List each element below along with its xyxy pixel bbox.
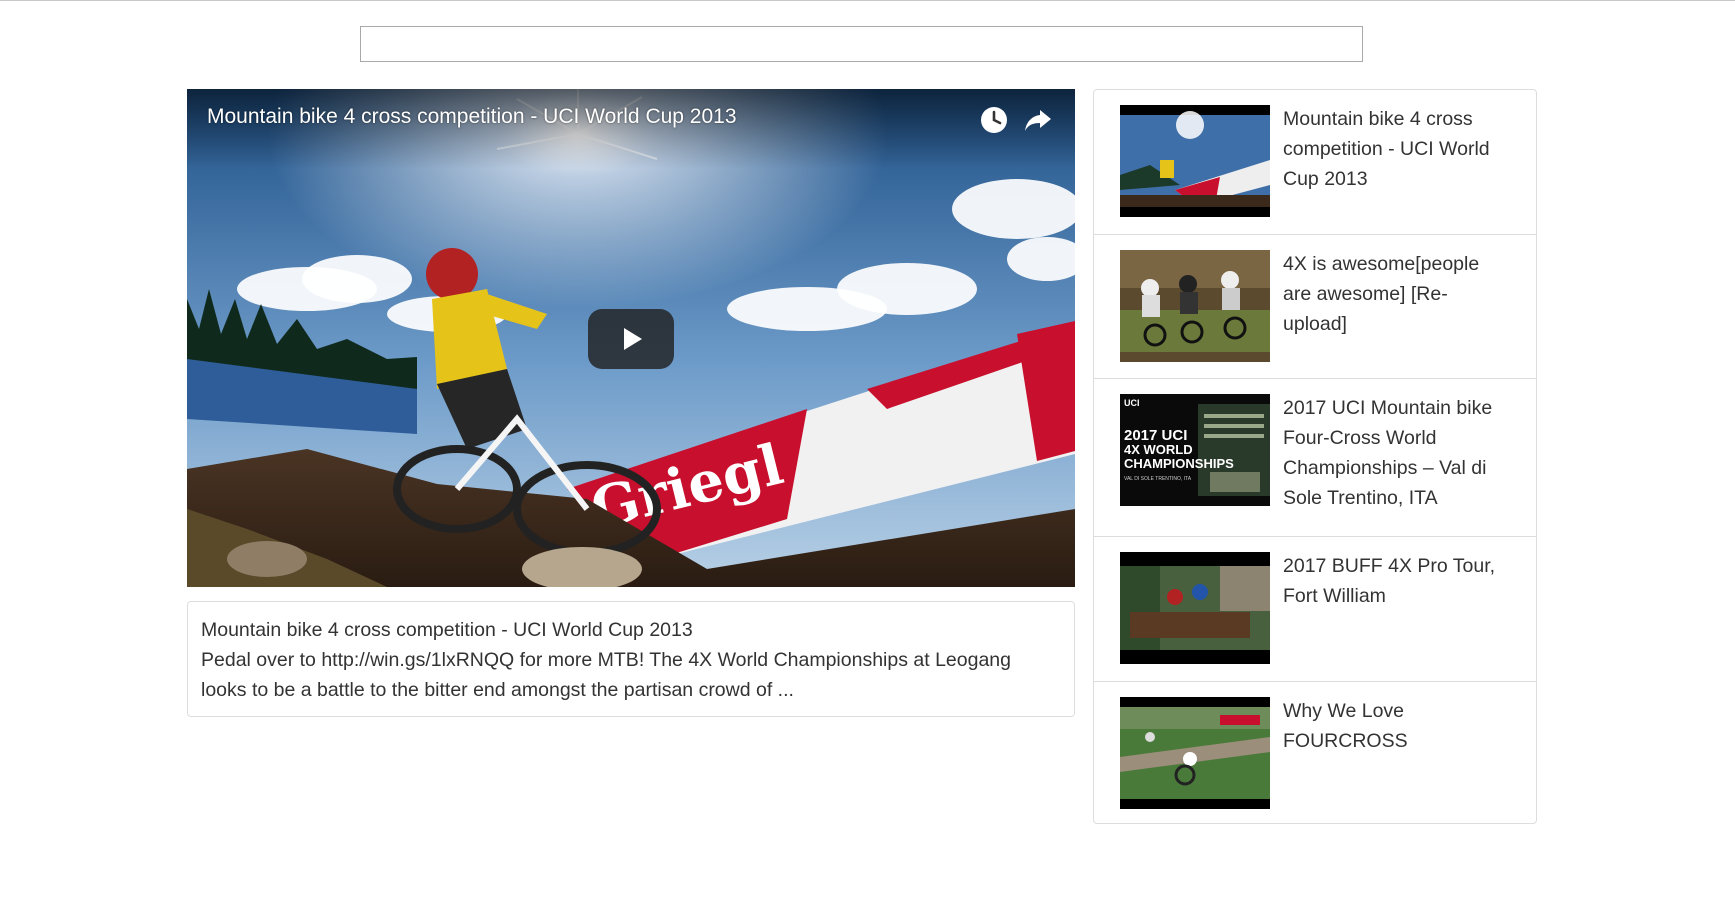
top-divider [0, 0, 1735, 1]
title-overlay [187, 89, 1075, 169]
video-thumbnail[interactable]: UCI 2017 UCI 4X WORLD CHAMPIONSHIPS VAL … [1120, 394, 1270, 506]
video-item-title[interactable]: 2017 UCI Mountain bike Four-Cross World … [1283, 393, 1511, 513]
thumb-badge: UCI [1124, 398, 1140, 408]
description-text: Pedal over to http://win.gs/1lxRNQQ for … [201, 649, 1011, 701]
share-icon[interactable] [1021, 103, 1055, 137]
list-item[interactable]: 2017 BUFF 4X Pro Tour, Fort William [1094, 537, 1536, 682]
video-thumbnail[interactable] [1120, 250, 1270, 362]
video-title[interactable]: Mountain bike 4 cross competition - UCI … [207, 105, 737, 129]
list-item[interactable]: 4X is awesome[people are awesome] [Re-up… [1094, 235, 1536, 379]
play-icon [624, 328, 642, 350]
play-button[interactable] [588, 309, 674, 369]
video-thumbnail[interactable] [1120, 105, 1270, 217]
search-input[interactable] [360, 26, 1363, 62]
related-video-list: Mountain bike 4 cross competition - UCI … [1093, 89, 1537, 824]
thumb-subtitle: VAL DI SOLE TRENTINO, ITA [1124, 476, 1192, 482]
clock-icon[interactable] [977, 103, 1011, 137]
video-player[interactable]: Griegl Mountain bike 4 cross competition… [187, 89, 1075, 587]
video-item-title[interactable]: 2017 BUFF 4X Pro Tour, Fort William [1283, 551, 1511, 611]
description-title: Mountain bike 4 cross competition - UCI … [201, 619, 693, 641]
thumb-title-line-2: 4X WORLD [1124, 442, 1193, 457]
list-item[interactable]: Mountain bike 4 cross competition - UCI … [1094, 90, 1536, 235]
video-thumbnail[interactable] [1120, 552, 1270, 664]
video-item-title[interactable]: Why We Love FOURCROSS [1283, 696, 1511, 756]
video-item-title[interactable]: 4X is awesome[people are awesome] [Re-up… [1283, 249, 1511, 339]
video-item-title[interactable]: Mountain bike 4 cross competition - UCI … [1283, 104, 1511, 194]
thumb-title-line-3: CHAMPIONSHIPS [1124, 456, 1234, 471]
video-thumbnail[interactable] [1120, 697, 1270, 809]
list-item[interactable]: Why We Love FOURCROSS [1094, 682, 1536, 823]
list-item[interactable]: UCI 2017 UCI 4X WORLD CHAMPIONSHIPS VAL … [1094, 379, 1536, 537]
video-description-panel: Mountain bike 4 cross competition - UCI … [187, 601, 1075, 717]
